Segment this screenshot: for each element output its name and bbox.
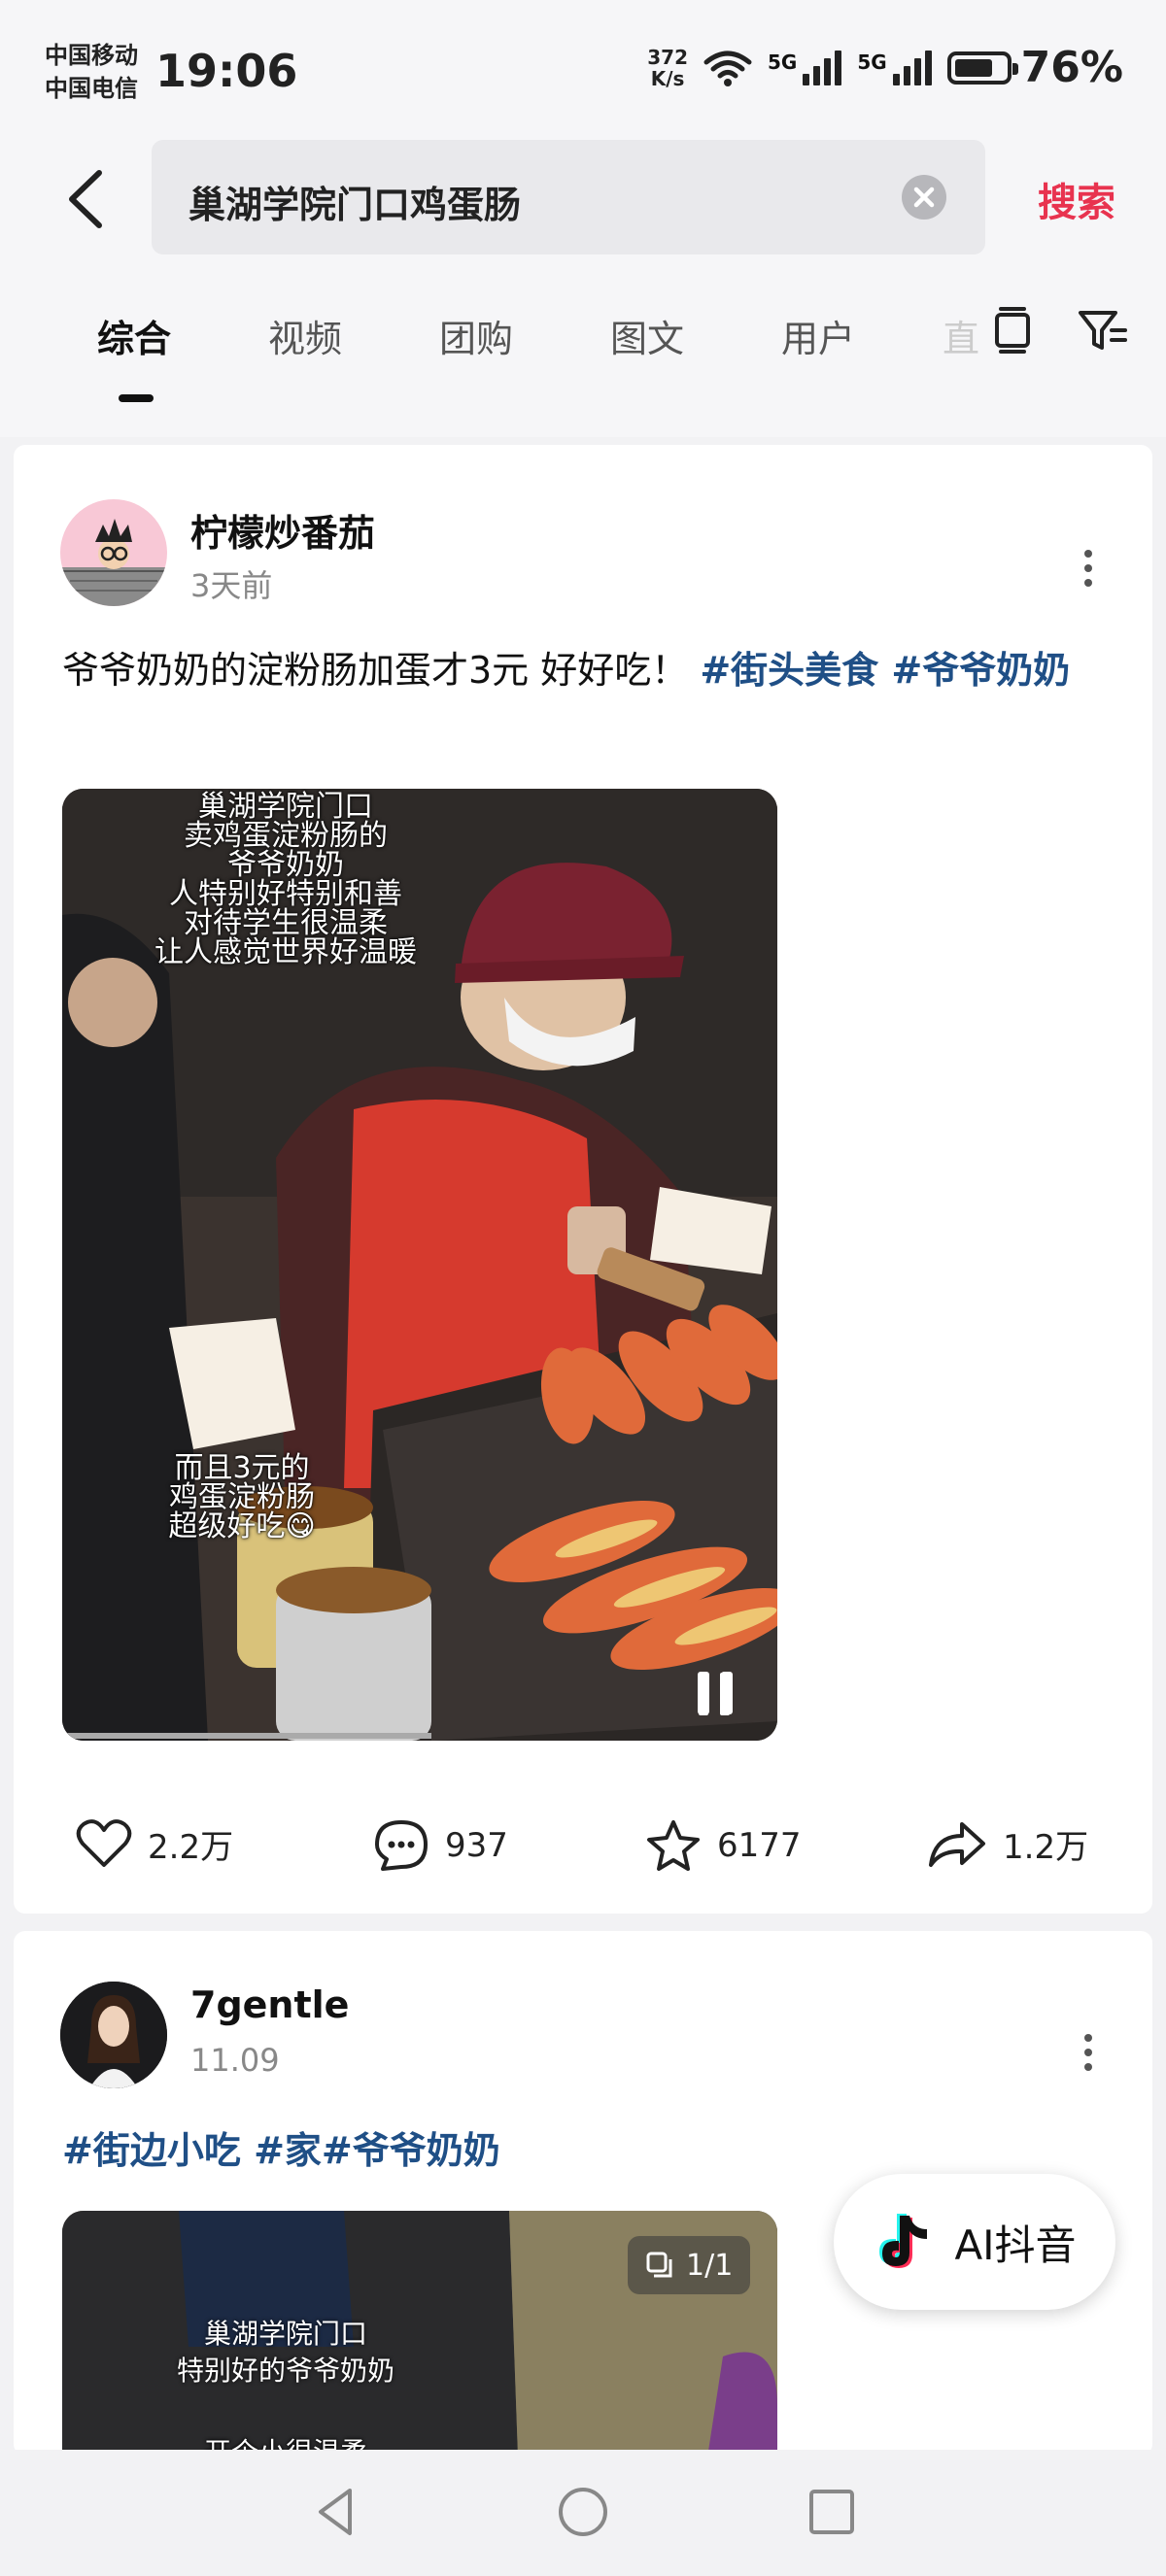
signal-icon-1: 5G <box>768 50 842 85</box>
more-options-icon[interactable] <box>1082 550 1094 594</box>
search-header: 巢湖学院门口鸡蛋肠 搜索 <box>0 136 1166 262</box>
image-count-badge: 1/1 <box>628 2236 751 2294</box>
search-button[interactable]: 搜索 <box>1038 171 1115 227</box>
video-player[interactable]: 巢湖学院门口 卖鸡蛋淀粉肠的 爷爷奶奶 人特别好特别和善 对待学生很温柔 让人感… <box>62 789 777 1741</box>
carrier-names: 中国移动 中国电信 <box>45 39 138 105</box>
avatar[interactable] <box>60 499 167 606</box>
image-stack-icon <box>646 2252 672 2278</box>
favorite-count: 6177 <box>717 1826 802 1865</box>
tab-users[interactable]: 用户 <box>781 309 855 362</box>
signal-icon-2: 5G <box>857 50 932 85</box>
post-caption: #街边小吃 #家#爷爷奶奶 <box>62 2119 1112 2182</box>
carrier-2: 中国电信 <box>45 75 138 102</box>
tab-partial[interactable]: 直 <box>943 309 979 362</box>
network-speed: 372 K/s <box>647 45 688 90</box>
filter-icon[interactable] <box>1073 301 1131 359</box>
tab-group-buy[interactable]: 团购 <box>439 309 513 362</box>
share-count: 1.2万 <box>1003 1827 1089 1867</box>
like-count: 2.2万 <box>148 1827 234 1867</box>
battery-percent: 76% <box>1020 43 1123 92</box>
tab-comprehensive[interactable]: 综合 <box>97 309 171 362</box>
ai-button-label: AI抖音 <box>954 2220 1077 2269</box>
post-actions: 2.2万 937 6177 1.2万 <box>14 1818 1152 1896</box>
douyin-logo-icon <box>879 2214 928 2268</box>
pause-icon[interactable] <box>684 1658 752 1726</box>
status-bar: 中国移动 中国电信 19:06 372 K/s 5G 5G 76% <box>0 0 1166 136</box>
search-input[interactable]: 巢湖学院门口鸡蛋肠 <box>152 140 985 254</box>
post-time: 3天前 <box>190 567 273 604</box>
avatar[interactable] <box>60 1982 167 2088</box>
tab-image-text[interactable]: 图文 <box>610 309 684 362</box>
nav-back-icon[interactable] <box>307 2483 365 2541</box>
image-overlay-text-top: 巢湖学院门口 特别好的爷爷奶奶 <box>176 2318 394 2387</box>
clear-icon[interactable] <box>902 175 946 220</box>
post-caption: 爷爷奶奶的淀粉肠加蛋才3元 好好吃！ #街头美食 #爷爷奶奶 <box>62 639 1112 701</box>
post-time: 11.09 <box>190 2042 280 2079</box>
post-card[interactable]: 柠檬炒番茄 3天前 爷爷奶奶的淀粉肠加蛋才3元 好好吃！ #街头美食 #爷爷奶奶 <box>14 445 1152 1914</box>
heart-icon <box>76 1819 132 1867</box>
back-arrow-icon[interactable] <box>58 165 117 233</box>
battery-icon <box>946 51 1018 85</box>
video-overlay-text-top: 巢湖学院门口 卖鸡蛋淀粉肠的 爷爷奶奶 人特别好特别和善 对待学生很温柔 让人感… <box>154 790 417 969</box>
system-navigation-bar <box>0 2450 1166 2576</box>
comment-icon <box>375 1820 428 1871</box>
tab-active-indicator <box>119 394 154 402</box>
comment-count: 937 <box>445 1826 508 1865</box>
tab-video[interactable]: 视频 <box>268 309 342 362</box>
battery-indicator: 76% <box>946 43 1123 92</box>
image-post[interactable]: 巢湖学院门口 特别好的爷爷奶奶 开个小很温柔 1/1 <box>62 2211 777 2456</box>
hashtags[interactable]: #街边小吃 #家#爷爷奶奶 <box>62 2129 500 2172</box>
search-query: 巢湖学院门口鸡蛋肠 <box>189 184 522 226</box>
caption-text: 爷爷奶奶的淀粉肠加蛋才3元 好好吃！ <box>62 649 701 692</box>
ai-douyin-button[interactable]: AI抖音 <box>834 2174 1115 2310</box>
clock: 19:06 <box>155 45 298 97</box>
nav-recents-icon[interactable] <box>803 2483 861 2541</box>
comment-button[interactable]: 937 <box>373 1818 508 1873</box>
layout-toggle-icon[interactable] <box>983 301 1042 359</box>
wifi-icon <box>703 51 752 86</box>
share-button[interactable]: 1.2万 <box>927 1818 1088 1869</box>
star-icon <box>647 1820 700 1871</box>
more-options-icon[interactable] <box>1082 2034 1094 2079</box>
author-name[interactable]: 柠檬炒番茄 <box>190 503 375 557</box>
hashtags[interactable]: #街头美食 #爷爷奶奶 <box>700 649 1070 692</box>
share-icon <box>929 1822 985 1867</box>
author-name[interactable]: 7gentle <box>190 1983 349 2026</box>
favorite-button[interactable]: 6177 <box>645 1818 802 1873</box>
filter-tabs: 综合 视频 团购 图文 用户 直 <box>0 262 1166 437</box>
carrier-1: 中国移动 <box>45 42 138 69</box>
nav-home-icon[interactable] <box>554 2483 612 2541</box>
like-button[interactable]: 2.2万 <box>76 1818 233 1869</box>
video-overlay-text-bottom: 而且3元的 鸡蛋淀粉肠 超级好吃😋 <box>168 1451 316 1543</box>
